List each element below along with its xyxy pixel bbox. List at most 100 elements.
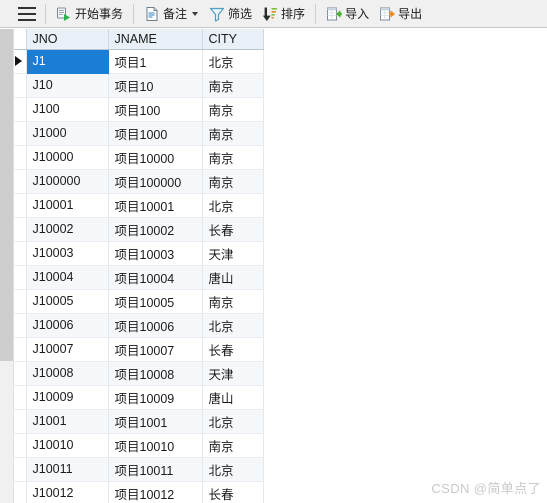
cell-jno[interactable]: J10006 (26, 313, 108, 337)
cell-jno[interactable]: J10002 (26, 217, 108, 241)
table-row[interactable]: J1000项目1000南京 (14, 121, 547, 145)
cell-jno[interactable]: J1000 (26, 121, 108, 145)
row-indicator-cell[interactable] (14, 73, 26, 97)
cell-jno[interactable]: J10005 (26, 289, 108, 313)
table-row[interactable]: J100项目100南京 (14, 97, 547, 121)
row-indicator-cell[interactable] (14, 361, 26, 385)
cell-jname[interactable]: 项目10002 (108, 217, 202, 241)
cell-jname[interactable]: 项目10012 (108, 481, 202, 503)
cell-jno[interactable]: J100000 (26, 169, 108, 193)
column-header-city[interactable]: CITY (202, 29, 263, 49)
row-indicator-cell[interactable] (14, 121, 26, 145)
chevron-down-icon[interactable] (192, 12, 198, 16)
cell-jno[interactable]: J10004 (26, 265, 108, 289)
cell-jname[interactable]: 项目1 (108, 49, 202, 73)
cell-jname[interactable]: 项目10005 (108, 289, 202, 313)
cell-jname[interactable]: 项目100 (108, 97, 202, 121)
cell-jname[interactable]: 项目10 (108, 73, 202, 97)
row-indicator-cell[interactable] (14, 97, 26, 121)
cell-jname[interactable]: 项目1001 (108, 409, 202, 433)
row-indicator-cell[interactable] (14, 481, 26, 503)
table-row[interactable]: J10006项目10006北京 (14, 313, 547, 337)
cell-jname[interactable]: 项目10006 (108, 313, 202, 337)
column-header-jname[interactable]: JNAME (108, 29, 202, 49)
row-indicator-cell[interactable] (14, 385, 26, 409)
cell-jname[interactable]: 项目10008 (108, 361, 202, 385)
cell-city[interactable]: 南京 (202, 169, 263, 193)
import-button[interactable]: 导入 (321, 3, 374, 25)
cell-jname[interactable]: 项目10001 (108, 193, 202, 217)
cell-city[interactable]: 南京 (202, 433, 263, 457)
hamburger-icon[interactable] (18, 7, 36, 21)
table-row[interactable]: J10005项目10005南京 (14, 289, 547, 313)
cell-city[interactable]: 长春 (202, 217, 263, 241)
cell-city[interactable]: 北京 (202, 457, 263, 481)
row-indicator-cell[interactable] (14, 217, 26, 241)
row-indicator-cell[interactable] (14, 457, 26, 481)
table-row[interactable]: J100000项目100000南京 (14, 169, 547, 193)
cell-city[interactable]: 南京 (202, 121, 263, 145)
table-row[interactable]: J1项目1北京 (14, 49, 547, 73)
cell-jno[interactable]: J10001 (26, 193, 108, 217)
cell-city[interactable]: 南京 (202, 289, 263, 313)
row-indicator-cell[interactable] (14, 337, 26, 361)
cell-city[interactable]: 北京 (202, 49, 263, 73)
cell-jno[interactable]: J10011 (26, 457, 108, 481)
cell-jname[interactable]: 项目10011 (108, 457, 202, 481)
cell-city[interactable]: 北京 (202, 193, 263, 217)
table-row[interactable]: J10003项目10003天津 (14, 241, 547, 265)
row-indicator-cell[interactable] (14, 145, 26, 169)
cell-jno[interactable]: J10003 (26, 241, 108, 265)
cell-jno[interactable]: J10009 (26, 385, 108, 409)
comment-button[interactable]: 备注 (139, 3, 204, 25)
begin-transaction-button[interactable]: 开始事务 (51, 3, 128, 25)
table-row[interactable]: J10004项目10004唐山 (14, 265, 547, 289)
cell-jno[interactable]: J10008 (26, 361, 108, 385)
cell-jname[interactable]: 项目1000 (108, 121, 202, 145)
table-row[interactable]: J10001项目10001北京 (14, 193, 547, 217)
vertical-scrollbar[interactable] (0, 29, 14, 503)
cell-city[interactable]: 天津 (202, 241, 263, 265)
cell-jname[interactable]: 项目10000 (108, 145, 202, 169)
table-row[interactable]: J10008项目10008天津 (14, 361, 547, 385)
row-indicator-cell[interactable] (14, 433, 26, 457)
cell-city[interactable]: 北京 (202, 313, 263, 337)
row-indicator-cell[interactable] (14, 409, 26, 433)
cell-jno[interactable]: J10000 (26, 145, 108, 169)
cell-jname[interactable]: 项目10009 (108, 385, 202, 409)
column-header-jno[interactable]: JNO (26, 29, 108, 49)
cell-jno[interactable]: J10010 (26, 433, 108, 457)
cell-city[interactable]: 唐山 (202, 385, 263, 409)
cell-city[interactable]: 北京 (202, 409, 263, 433)
filter-button[interactable]: 筛选 (204, 3, 257, 25)
table-row[interactable]: J10项目10南京 (14, 73, 547, 97)
cell-city[interactable]: 天津 (202, 361, 263, 385)
row-indicator-cell[interactable] (14, 49, 26, 73)
table-row[interactable]: J10000项目10000南京 (14, 145, 547, 169)
row-indicator-cell[interactable] (14, 265, 26, 289)
cell-jno[interactable]: J1001 (26, 409, 108, 433)
cell-city[interactable]: 南京 (202, 73, 263, 97)
vertical-scrollbar-thumb[interactable] (0, 29, 13, 361)
cell-jno[interactable]: J1 (26, 49, 108, 73)
cell-city[interactable]: 南京 (202, 145, 263, 169)
cell-jname[interactable]: 项目10007 (108, 337, 202, 361)
cell-jno[interactable]: J100 (26, 97, 108, 121)
table-row[interactable]: J10007项目10007长春 (14, 337, 547, 361)
row-indicator-cell[interactable] (14, 241, 26, 265)
cell-jname[interactable]: 项目100000 (108, 169, 202, 193)
cell-city[interactable]: 唐山 (202, 265, 263, 289)
row-indicator-cell[interactable] (14, 169, 26, 193)
sort-button[interactable]: 排序 (257, 3, 310, 25)
cell-jname[interactable]: 项目10004 (108, 265, 202, 289)
row-indicator-cell[interactable] (14, 193, 26, 217)
cell-city[interactable]: 长春 (202, 481, 263, 503)
row-indicator-cell[interactable] (14, 289, 26, 313)
cell-city[interactable]: 南京 (202, 97, 263, 121)
table-row[interactable]: J10009项目10009唐山 (14, 385, 547, 409)
cell-jname[interactable]: 项目10003 (108, 241, 202, 265)
table-row[interactable]: J1001项目1001北京 (14, 409, 547, 433)
cell-jno[interactable]: J10012 (26, 481, 108, 503)
export-button[interactable]: 导出 (374, 3, 427, 25)
cell-jno[interactable]: J10 (26, 73, 108, 97)
